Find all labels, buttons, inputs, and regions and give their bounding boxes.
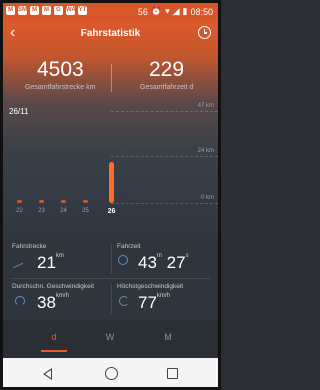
max-speed-value: 77km/h [138,293,170,313]
history-clock-icon[interactable] [198,26,211,39]
gmail-notification-icon: M [42,6,51,15]
details-col-divider [111,284,112,314]
total-rides-value: 229 [149,58,185,81]
ride-time-value: 43m 27s [138,253,189,273]
max-speed-unit: km/h [156,293,170,299]
stats-header: ‹ Fahrstatistik 4503 Gesamtfahrstrecke k… [3,21,218,238]
whatsapp-notification-icon: WA [66,6,76,15]
signal-icon: ◢ [172,6,180,16]
distance-label: Fahrstrecke [12,243,47,250]
distance-value: 21km [37,253,64,273]
ride-time-seconds: 27 [166,253,186,272]
max-speed-gauge-icon [119,296,129,306]
chart-bar[interactable] [17,200,22,203]
chart-gridline [111,111,218,112]
chart-xtick-label: 23 [38,208,45,214]
status-bar: M SMS M M G WA YT 56 ⏰ ▾ ◢ ▮ 08:50 [3,3,218,21]
chart-bar[interactable] [39,200,44,203]
ride-time-minutes-unit: m [156,253,162,259]
wifi-icon: ▾ [165,6,170,16]
distance-unit: km [55,253,64,259]
nav-recents-icon[interactable] [167,368,178,379]
chart-xtick-label: 22 [16,208,23,214]
youtube-notification-icon: YT [78,6,87,15]
ride-time-clock-icon [118,255,128,265]
chart-xtick-label: 24 [60,208,67,214]
ride-details: Fahrstrecke 21km Fahrzeit 43m 27s Durchs… [3,238,218,320]
android-nav-bar [3,358,218,387]
status-time: 08:50 [190,6,213,17]
active-tab-indicator [41,350,67,352]
system-icons: 56 ⏰ ▾ ◢ ▮ 08:50 [138,6,213,17]
tab-day[interactable]: d [44,332,64,342]
nav-home-icon[interactable] [105,367,118,380]
title-bar: ‹ Fahrstatistik [3,21,218,47]
max-speed-label: Höchstgeschwindigkeit [117,283,184,290]
selected-date-label: 26/11 [9,107,29,116]
period-tabs: d W M [3,320,218,358]
total-distance-value: 4503 [37,58,84,81]
chart-bar[interactable] [109,161,114,203]
details-row-divider [11,278,210,279]
alarm-icon: ⏰ [150,6,163,16]
network-type-label: 56 [137,6,148,17]
chart-gridline [111,156,218,158]
chart-xtick-label: 26 [107,208,116,215]
ride-time-label: Fahrzeit [117,243,141,250]
avg-speed-number: 38 [37,293,56,312]
chart-ytick-label: 24 km [197,148,214,155]
chart-ytick-label: 47 km [197,103,214,109]
avg-speed-label: Durchschn. Geschwindigkeit [12,283,95,290]
tab-week[interactable]: W [100,332,120,342]
total-rides-label: Gesamtfahrzeit d [140,84,194,91]
ride-time-seconds-unit: s [185,253,189,259]
avg-speed-value: 38km/h [37,293,69,313]
page-title: Fahrstatistik [80,28,141,39]
chart-gridline [111,203,218,204]
total-distance-label: Gesamtfahrstrecke km [25,84,96,91]
phone-screen: M SMS M M G WA YT 56 ⏰ ▾ ◢ ▮ 08:50 ‹ Fah… [0,0,221,390]
chart-ytick-label: 0 km [200,195,214,201]
google-notification-icon: G [54,6,63,15]
distance-number: 21 [37,253,56,272]
gmail-notification-icon: M [6,6,15,15]
sms-notification-icon: SMS [18,6,32,15]
avg-speed-gauge-icon [15,296,25,306]
chart-bar[interactable] [61,200,66,203]
nav-back-icon[interactable] [43,368,52,380]
max-speed-number: 77 [138,293,157,312]
ride-time-minutes: 43 [138,253,157,272]
notification-icons: M SMS M M G WA YT [6,6,87,15]
distance-trend-icon [13,253,23,269]
gmail-notification-icon: M [30,6,39,15]
stats-divider [111,64,112,92]
avg-speed-unit: km/h [55,293,69,299]
details-col-divider [111,244,112,274]
chart-bar[interactable] [83,200,88,203]
chart-xtick-label: 25 [82,208,89,214]
tab-month[interactable]: M [158,332,178,342]
battery-icon: ▮ [182,6,188,16]
